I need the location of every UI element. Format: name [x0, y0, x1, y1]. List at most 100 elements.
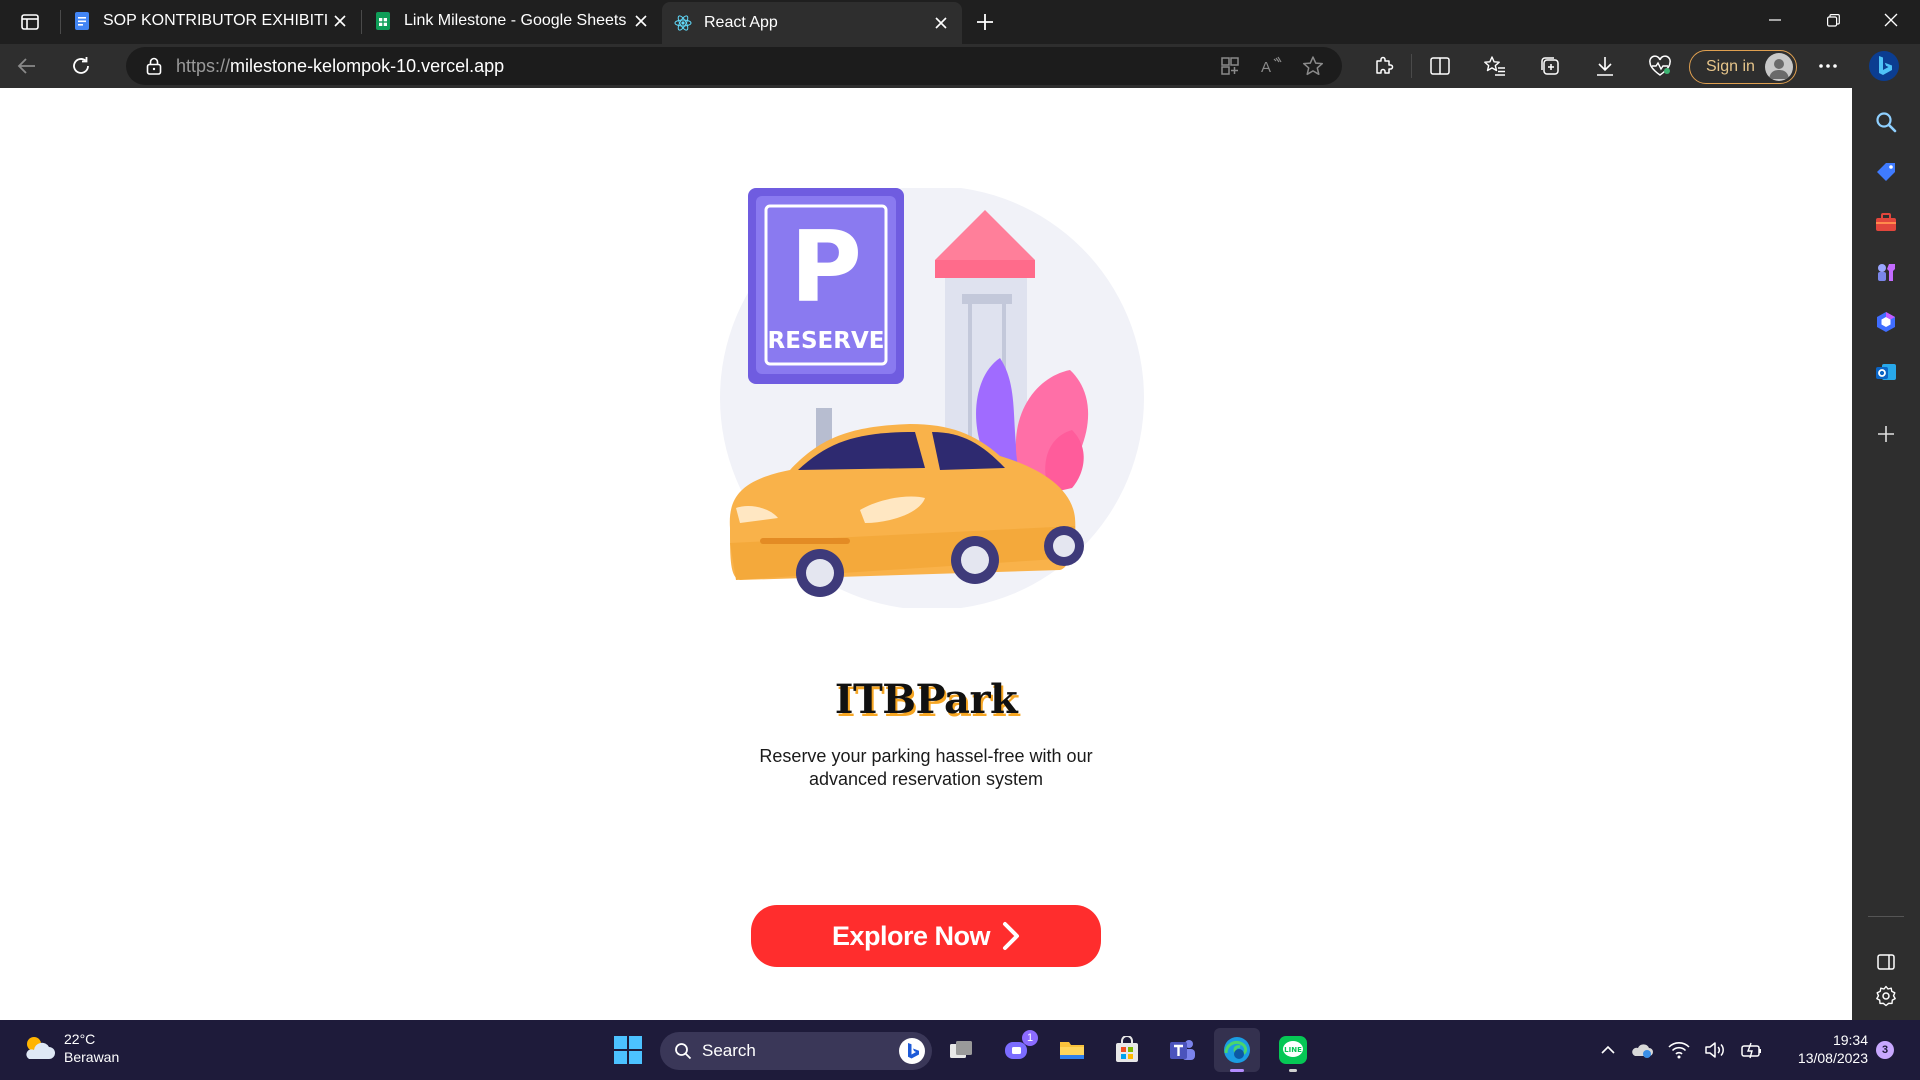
back-button[interactable]: [6, 48, 48, 84]
line-app-icon: LINE: [1279, 1036, 1307, 1064]
lock-icon[interactable]: [146, 57, 162, 75]
weather-widget[interactable]: 22°C Berawan: [20, 1030, 119, 1066]
start-button[interactable]: [610, 1032, 646, 1068]
app-available-icon[interactable]: [1220, 56, 1240, 76]
google-sheets-icon: [376, 12, 390, 30]
close-tab-icon[interactable]: [930, 12, 952, 34]
explore-now-button[interactable]: Explore Now: [751, 905, 1101, 967]
chevron-right-icon: [1002, 921, 1020, 951]
plus-icon: [1878, 426, 1894, 442]
favorites-list-icon: [1483, 56, 1505, 76]
search-icon: [675, 1043, 692, 1060]
taskbar-search[interactable]: Search: [660, 1032, 932, 1070]
svg-text:A: A: [1261, 59, 1271, 76]
search-label: Search: [702, 1041, 756, 1060]
tab-react-app[interactable]: React App: [662, 2, 962, 44]
car-wheel: [951, 536, 999, 584]
react-icon: [674, 15, 692, 31]
tab-sop-kontributor[interactable]: SOP KONTRIBUTOR EXHIBITION: [61, 2, 361, 40]
onedrive-cloud-icon[interactable]: [1630, 1040, 1654, 1060]
tab-actions-button[interactable]: [0, 0, 60, 44]
window-controls: [1746, 0, 1920, 44]
teams-button[interactable]: [1159, 1028, 1205, 1072]
car-wheel: [1044, 526, 1084, 566]
minimize-button[interactable]: [1746, 0, 1804, 40]
favorites-button[interactable]: [1467, 44, 1522, 88]
shopping-tag-icon: [1877, 163, 1895, 181]
notification-badge[interactable]: 3: [1876, 1041, 1894, 1059]
wifi-icon[interactable]: [1668, 1040, 1690, 1060]
browser-essentials-button[interactable]: [1632, 44, 1687, 88]
tab-title: React App: [704, 14, 778, 31]
tab-actions-icon: [21, 14, 39, 30]
open-app-indicator: [1289, 1069, 1297, 1072]
parking-reserve-illustration: P RESERVE: [720, 188, 1144, 608]
sidebar-search-button[interactable]: [1864, 100, 1908, 144]
close-tab-icon[interactable]: [329, 10, 351, 32]
system-tray: [1600, 1020, 1764, 1080]
edge-taskbar-button[interactable]: [1214, 1028, 1260, 1072]
address-bar[interactable]: https://milestone-kelompok-10.vercel.app…: [126, 47, 1342, 85]
outlook-icon: [1876, 364, 1896, 380]
taskbar-clock[interactable]: 19:34 13/08/2023: [1784, 1031, 1868, 1067]
url-host: milestone-kelompok-10.vercel.app: [230, 55, 505, 76]
bing-copilot-button[interactable]: [1862, 46, 1906, 86]
sidebar-settings-button[interactable]: [1864, 974, 1908, 1018]
settings-and-more-button[interactable]: [1800, 44, 1856, 88]
close-tab-icon[interactable]: [630, 10, 652, 32]
arrow-left-icon: [17, 58, 35, 74]
refresh-button[interactable]: [60, 48, 102, 84]
tab-link-milestone[interactable]: Link Milestone - Google Sheets: [362, 2, 662, 40]
split-screen-button[interactable]: [1412, 44, 1467, 88]
chat-badge: 1: [1022, 1030, 1038, 1046]
sidebar-outlook-button[interactable]: [1864, 350, 1908, 394]
extensions-button[interactable]: [1356, 44, 1411, 88]
sign-in-button[interactable]: Sign in: [1689, 50, 1797, 84]
sidebar-office-button[interactable]: [1864, 300, 1908, 344]
file-explorer-button[interactable]: [1049, 1028, 1095, 1072]
clock-time: 19:34: [1832, 1032, 1868, 1048]
browser-navbar: https://milestone-kelompok-10.vercel.app…: [0, 44, 1920, 88]
sign-in-label: Sign in: [1706, 58, 1755, 75]
refresh-icon: [73, 57, 89, 74]
tab-title: Link Milestone - Google Sheets: [404, 12, 627, 29]
partly-cloudy-icon: [26, 1037, 55, 1059]
line-app-button[interactable]: LINE: [1270, 1028, 1316, 1072]
sidebar-add-button[interactable]: [1864, 412, 1908, 456]
task-view-button[interactable]: [938, 1028, 984, 1072]
new-tab-button[interactable]: [962, 0, 1008, 44]
windows-taskbar: 22°C Berawan Search 1 LINE 19:34 13/08/2…: [0, 1020, 1920, 1080]
chat-button[interactable]: 1: [994, 1028, 1040, 1072]
sidebar-divider: [1868, 916, 1904, 917]
downloads-button[interactable]: [1577, 44, 1632, 88]
hide-sidebar-icon: [1877, 954, 1895, 970]
chevron-up-icon[interactable]: [1600, 1042, 1616, 1058]
sidebar-games-button[interactable]: [1864, 250, 1908, 294]
tab-title: SOP KONTRIBUTOR EXHIBITION: [103, 12, 329, 29]
plus-icon: [977, 14, 993, 30]
search-icon: [1876, 112, 1897, 133]
svg-text:LINE: LINE: [1284, 1046, 1302, 1054]
restore-button[interactable]: [1804, 0, 1862, 40]
store-icon: [1116, 1036, 1138, 1062]
url-text[interactable]: https://milestone-kelompok-10.vercel.app: [176, 56, 504, 77]
volume-icon[interactable]: [1704, 1040, 1726, 1060]
weather-temperature: 22°C: [64, 1031, 96, 1047]
favorite-star-icon[interactable]: [1302, 55, 1324, 77]
browser-titlebar: SOP KONTRIBUTOR EXHIBITION Link Mileston…: [0, 0, 1920, 44]
bing-icon: [1869, 51, 1899, 81]
task-view-icon: [950, 1041, 972, 1058]
close-window-button[interactable]: [1862, 0, 1920, 40]
battery-charging-icon[interactable]: [1740, 1040, 1764, 1060]
teams-icon: [1170, 1040, 1195, 1060]
sidebar-tools-button[interactable]: [1864, 200, 1908, 244]
collections-button[interactable]: [1522, 44, 1577, 88]
read-aloud-icon[interactable]: A: [1260, 56, 1282, 76]
google-docs-icon: [75, 12, 89, 30]
explore-now-label: Explore Now: [831, 920, 991, 951]
sign-letter: P: [790, 211, 862, 325]
sign-text: RESERVE: [768, 328, 885, 354]
page-viewport: P RESERVE ITBPark Reserve your parking h…: [0, 88, 1852, 1020]
microsoft-store-button[interactable]: [1104, 1028, 1150, 1072]
sidebar-shopping-button[interactable]: [1864, 150, 1908, 194]
